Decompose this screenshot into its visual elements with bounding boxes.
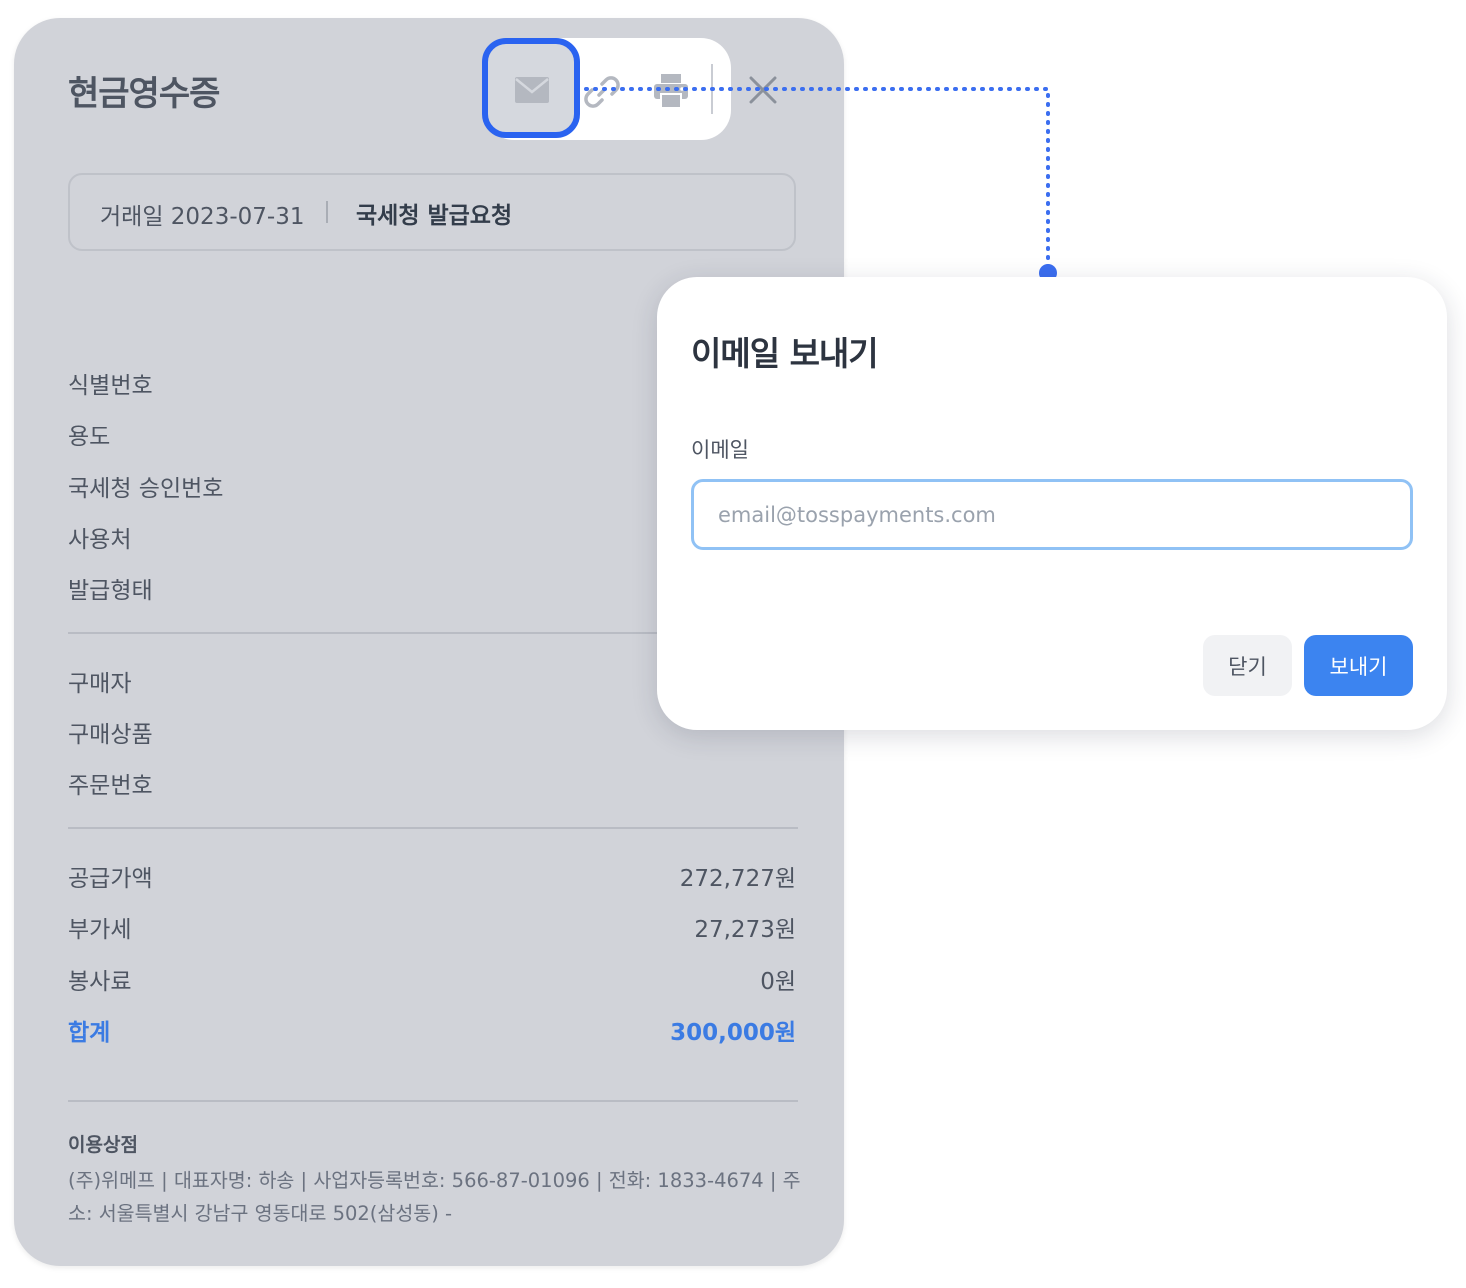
- send-email-dialog: 이메일 보내기 이메일 닫기 보내기: [657, 277, 1447, 730]
- email-label: 이메일: [691, 438, 749, 462]
- send-button[interactable]: 보내기: [1304, 635, 1413, 696]
- dialog-title: 이메일 보내기: [691, 334, 879, 373]
- close-button[interactable]: 닫기: [1203, 635, 1292, 696]
- email-input[interactable]: [691, 479, 1413, 550]
